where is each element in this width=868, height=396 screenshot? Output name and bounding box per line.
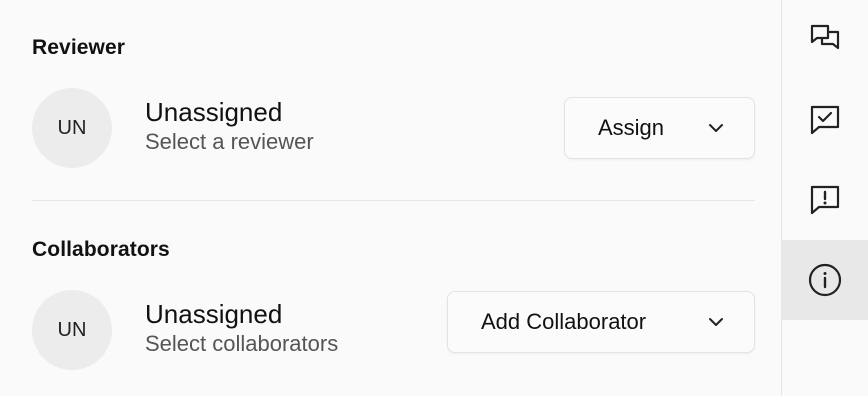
collaborators-name: Unassigned [145, 299, 283, 329]
reviewer-avatar-initials: UN [57, 116, 87, 139]
chevron-down-icon [709, 124, 723, 132]
rail-item-comments[interactable] [782, 0, 868, 80]
reviewer-avatar: UN [32, 88, 112, 168]
add-collaborator-dropdown[interactable]: Add Collaborator [447, 291, 755, 353]
collaborators-avatar: UN [32, 290, 112, 370]
collaborators-avatar-initials: UN [57, 318, 87, 341]
details-panel: Reviewer UN Unassigned Select a reviewer… [0, 0, 781, 396]
message-alert-icon [810, 185, 840, 215]
reviewer-name: Unassigned [145, 97, 283, 127]
message-check-icon [810, 105, 840, 135]
rail-item-issues[interactable] [782, 160, 868, 240]
details-panel-root: Reviewer UN Unassigned Select a reviewer… [0, 0, 868, 396]
reviewer-subtitle: Select a reviewer [145, 129, 314, 154]
info-icon [808, 263, 842, 297]
comments-icon [810, 24, 840, 50]
assign-reviewer-dropdown[interactable]: Assign [564, 97, 755, 159]
collaborators-section-title: Collaborators [32, 238, 170, 261]
rail-item-info[interactable] [782, 240, 868, 320]
collaborators-subtitle: Select collaborators [145, 331, 339, 356]
chevron-down-icon [709, 318, 723, 326]
assign-button-label: Assign [598, 115, 665, 140]
rail-item-resolved[interactable] [782, 80, 868, 160]
right-icon-rail [781, 0, 868, 396]
reviewer-section-title: Reviewer [32, 36, 126, 59]
add-collaborator-button-label: Add Collaborator [481, 309, 647, 334]
section-divider [32, 200, 755, 201]
